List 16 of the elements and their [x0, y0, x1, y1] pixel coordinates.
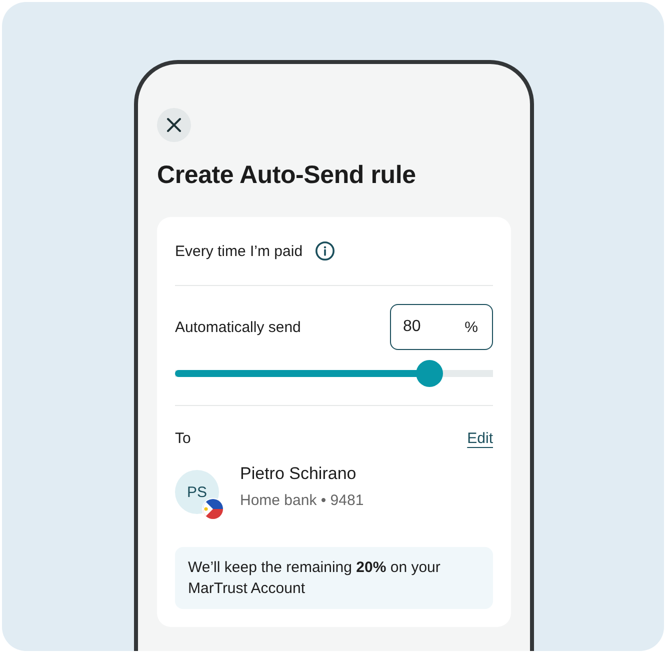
edit-link[interactable]: Edit [467, 430, 493, 446]
recipient-account: Home bank • 9481 [240, 492, 364, 509]
info-icon[interactable] [314, 241, 335, 261]
percent-input[interactable]: 80 % [390, 304, 493, 350]
trigger-label: Every time I’m paid [175, 242, 303, 260]
page-title: Create Auto-Send rule [157, 160, 417, 191]
recipient-heading: To [175, 430, 191, 446]
slider-thumb[interactable] [416, 360, 444, 387]
info-note: We’ll keep the remaining 20% on your MarTrust Account [175, 547, 493, 609]
recipient-name: Pietro Schirano [240, 464, 358, 484]
close-button[interactable] [157, 108, 191, 142]
close-icon [166, 117, 182, 133]
percent-unit: % [464, 318, 478, 336]
percent-value-input[interactable]: 80 [403, 318, 465, 336]
flag-icon [202, 498, 224, 520]
amount-label: Automatically send [175, 318, 301, 336]
